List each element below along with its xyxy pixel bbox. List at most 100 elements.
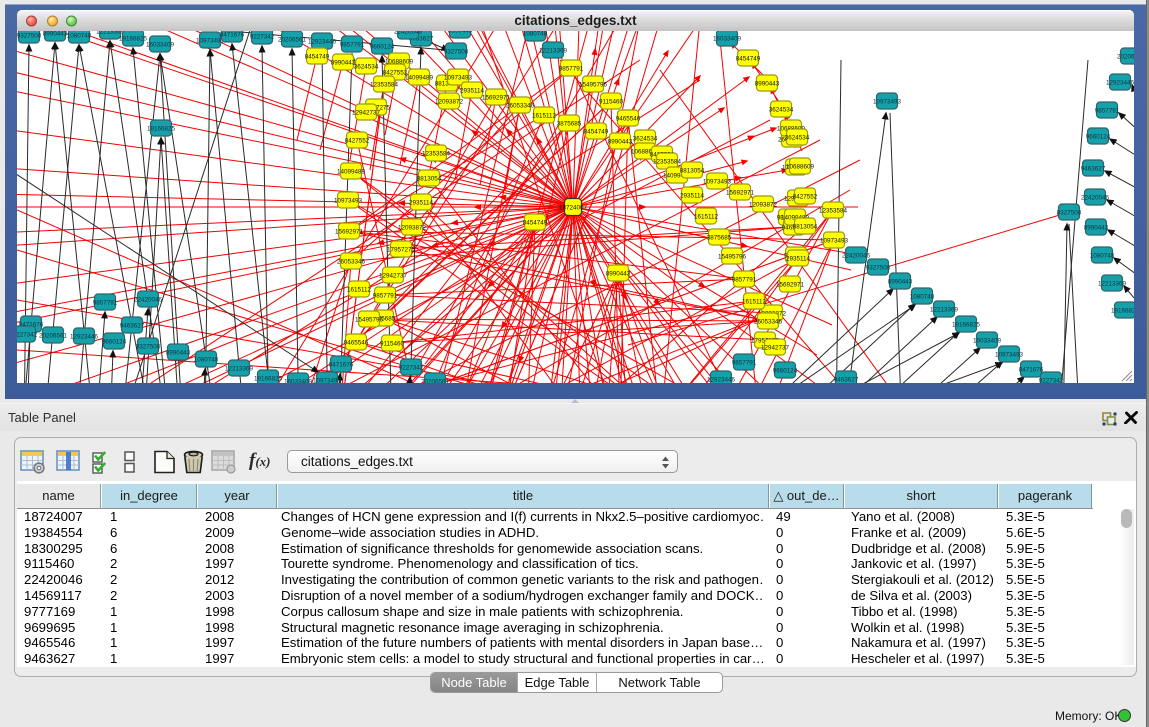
svg-text:8454749: 8454749	[736, 56, 761, 63]
svg-text:9227342: 9227342	[1039, 378, 1064, 384]
svg-text:10973493: 10973493	[873, 99, 902, 106]
svg-text:12213369: 12213369	[930, 307, 959, 314]
svg-text:9660124: 9660124	[1086, 134, 1111, 141]
svg-text:10973493: 10973493	[820, 238, 849, 245]
svg-text:3875685: 3875685	[707, 235, 732, 242]
svg-text:20206561: 20206561	[39, 333, 68, 340]
svg-text:8990443: 8990443	[1084, 225, 1109, 232]
svg-text:12353584: 12353584	[422, 151, 451, 158]
svg-text:19166825: 19166825	[254, 376, 283, 383]
svg-text:3624534: 3624534	[354, 64, 379, 71]
svg-text:16033409: 16033409	[713, 36, 742, 43]
svg-text:1615112: 1615112	[532, 113, 557, 120]
svg-text:1615112: 1615112	[347, 287, 372, 294]
svg-text:9327508: 9327508	[866, 265, 891, 272]
svg-text:9463627: 9463627	[120, 323, 145, 330]
svg-text:9115460: 9115460	[380, 341, 405, 348]
svg-text:2935114: 2935114	[680, 193, 705, 200]
svg-text:9227342: 9227342	[399, 365, 424, 372]
svg-text:15495796: 15495796	[718, 254, 747, 261]
svg-text:8990443: 8990443	[608, 139, 633, 146]
svg-text:1080748: 1080748	[67, 33, 92, 40]
svg-text:19166825: 19166825	[1111, 308, 1134, 315]
svg-text:22420046: 22420046	[394, 31, 423, 36]
svg-text:9465546: 9465546	[616, 116, 641, 123]
svg-text:9463627: 9463627	[1081, 166, 1106, 173]
svg-text:9227342: 9227342	[250, 34, 275, 41]
svg-text:9857791: 9857791	[340, 42, 365, 49]
svg-text:12213369: 12213369	[539, 48, 568, 55]
svg-text:10973493: 10973493	[995, 352, 1024, 359]
svg-text:10973493: 10973493	[444, 75, 473, 82]
svg-text:9227342: 9227342	[17, 332, 38, 339]
svg-text:12353584: 12353584	[653, 159, 682, 166]
svg-text:16033409: 16033409	[146, 42, 175, 49]
svg-text:18724007: 18724007	[559, 205, 588, 212]
svg-text:14099489: 14099489	[405, 75, 434, 82]
svg-text:9857791: 9857791	[732, 277, 757, 284]
svg-text:22420046: 22420046	[134, 297, 163, 304]
svg-text:8471676: 8471676	[329, 362, 354, 369]
svg-text:26053346: 26053346	[506, 103, 535, 110]
svg-text:1080748: 1080748	[1090, 253, 1115, 260]
svg-text:19166825: 19166825	[119, 36, 148, 43]
svg-text:14099489: 14099489	[337, 169, 366, 176]
svg-text:26053346: 26053346	[754, 319, 783, 326]
svg-text:10973493: 10973493	[313, 378, 342, 384]
svg-text:8813054: 8813054	[680, 168, 705, 175]
svg-text:8990443: 8990443	[755, 81, 780, 88]
svg-text:3624534: 3624534	[785, 135, 810, 142]
svg-text:1080748: 1080748	[194, 357, 219, 364]
svg-text:15692971: 15692971	[776, 282, 805, 289]
svg-text:8990443: 8990443	[331, 60, 356, 67]
svg-text:12213369: 12213369	[225, 366, 254, 373]
svg-text:9327508: 9327508	[136, 344, 161, 351]
svg-text:20206561: 20206561	[421, 379, 450, 384]
svg-text:15692971: 15692971	[726, 190, 755, 197]
svg-text:8990443: 8990443	[448, 31, 473, 35]
svg-text:9857791: 9857791	[1095, 108, 1120, 115]
svg-text:9465546: 9465546	[344, 340, 369, 347]
svg-text:20206561: 20206561	[1117, 54, 1134, 61]
svg-text:15495796: 15495796	[579, 82, 608, 89]
svg-text:1615112: 1615112	[742, 299, 767, 306]
svg-text:8454749: 8454749	[523, 220, 548, 227]
svg-text:12213369: 12213369	[1098, 281, 1127, 288]
svg-text:8427552: 8427552	[793, 194, 818, 201]
svg-text:9115460: 9115460	[599, 99, 624, 106]
svg-text:9660124: 9660124	[773, 368, 798, 375]
svg-text:9857791: 9857791	[373, 293, 398, 300]
svg-text:12093872: 12093872	[398, 225, 427, 232]
svg-text:17957275: 17957275	[387, 247, 416, 254]
svg-text:12942737: 12942737	[352, 110, 381, 117]
svg-text:1080748: 1080748	[910, 294, 935, 301]
svg-text:12923446: 12923446	[1106, 80, 1134, 87]
svg-text:15692971: 15692971	[335, 229, 364, 236]
svg-text:8990443: 8990443	[606, 271, 631, 278]
svg-text:12942737: 12942737	[761, 345, 790, 352]
svg-text:8813054: 8813054	[417, 176, 442, 183]
svg-text:16033409: 16033409	[973, 338, 1002, 345]
svg-text:12093872: 12093872	[749, 202, 778, 209]
svg-text:8813054: 8813054	[793, 224, 818, 231]
svg-text:2935114: 2935114	[460, 88, 485, 95]
svg-text:9857791: 9857791	[732, 360, 757, 367]
svg-text:10973493: 10973493	[703, 179, 732, 186]
svg-text:19166825: 19166825	[147, 126, 176, 133]
svg-text:9327508: 9327508	[444, 49, 469, 56]
svg-text:12353584: 12353584	[370, 82, 399, 89]
svg-text:3624534: 3624534	[769, 107, 794, 114]
svg-text:2935114: 2935114	[409, 200, 434, 207]
svg-text:8471676: 8471676	[220, 32, 245, 39]
svg-text:9857791: 9857791	[93, 300, 118, 307]
svg-text:8990443: 8990443	[166, 350, 191, 357]
svg-text:15495796: 15495796	[355, 317, 384, 324]
svg-text:2935114: 2935114	[786, 256, 811, 263]
svg-text:10973493: 10973493	[334, 198, 363, 205]
svg-text:9660124: 9660124	[370, 44, 395, 51]
svg-text:12923446: 12923446	[308, 39, 337, 46]
svg-text:19166825: 19166825	[952, 322, 981, 329]
svg-text:1615112: 1615112	[694, 214, 719, 221]
svg-text:12923446: 12923446	[707, 377, 736, 384]
svg-text:8471676: 8471676	[1019, 367, 1044, 374]
